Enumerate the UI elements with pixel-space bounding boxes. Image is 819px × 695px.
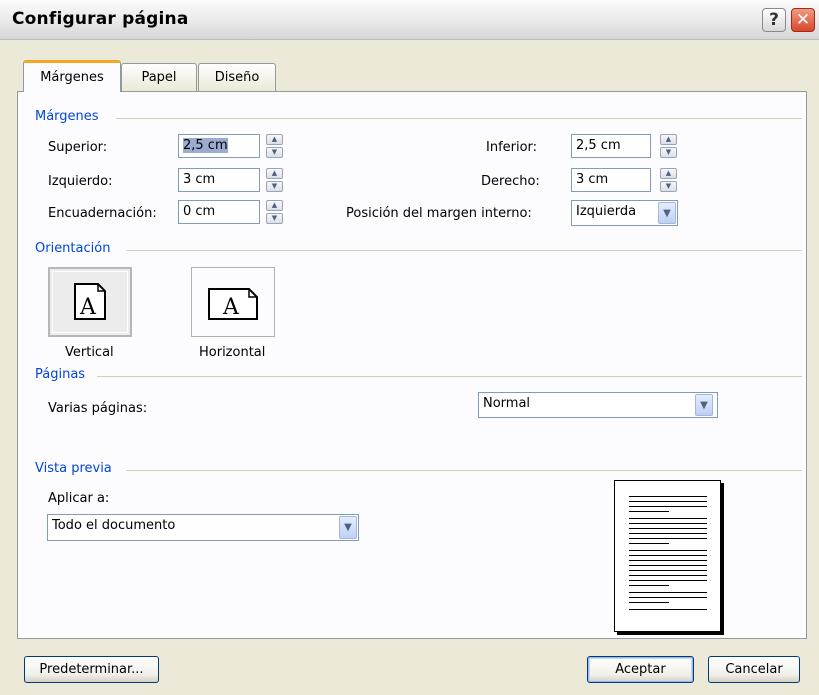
tab-label: Papel	[141, 70, 177, 85]
separator	[126, 470, 802, 471]
left-margin-label: Izquierdo:	[48, 174, 113, 189]
help-button[interactable]: ?	[762, 8, 786, 32]
left-margin-input[interactable]: 3 cm	[178, 168, 260, 192]
apply-to-label: Aplicar a:	[48, 491, 110, 506]
close-icon: ✕	[795, 10, 811, 30]
orientation-vertical-option[interactable]: A	[48, 267, 132, 337]
spin-down-icon[interactable]: ▼	[660, 147, 677, 158]
apply-to-select[interactable]: Todo el documento	[47, 514, 359, 541]
gutter-input[interactable]: 0 cm	[178, 200, 260, 224]
gutter-spinner[interactable]: ▲ ▼	[266, 200, 283, 224]
right-margin-label: Derecho:	[481, 174, 540, 189]
tab-label: Márgenes	[40, 70, 104, 85]
spin-down-icon[interactable]: ▼	[660, 181, 677, 192]
chevron-down-icon[interactable]: ▼	[695, 394, 713, 416]
ok-button-label: Aceptar	[615, 662, 666, 677]
default-button-label: Predeterminar...	[39, 662, 144, 677]
orientation-group-label: Orientación	[35, 241, 117, 256]
spin-down-icon[interactable]: ▼	[266, 147, 283, 158]
svg-text:A: A	[79, 295, 97, 320]
left-margin-spinner[interactable]: ▲ ▼	[266, 168, 283, 192]
separator	[97, 376, 802, 377]
separator	[116, 118, 802, 119]
multiple-pages-select[interactable]: Normal	[478, 392, 718, 418]
gutter-position-label: Posición del margen interno:	[346, 206, 532, 221]
cancel-button-label: Cancelar	[725, 662, 783, 677]
window-title: Configurar página	[12, 9, 189, 29]
gutter-position-value: Izquierda	[576, 204, 637, 219]
top-margin-spinner[interactable]: ▲ ▼	[266, 134, 283, 158]
cancel-button[interactable]: Cancelar	[708, 656, 800, 683]
bottom-margin-spinner[interactable]: ▲ ▼	[660, 134, 677, 158]
close-button[interactable]: ✕	[791, 8, 815, 32]
orientation-horizontal-label: Horizontal	[199, 345, 266, 360]
tab-diseno[interactable]: Diseño	[198, 63, 276, 91]
chevron-down-icon[interactable]: ▼	[339, 516, 357, 539]
spin-up-icon[interactable]: ▲	[660, 168, 677, 179]
apply-to-value: Todo el documento	[52, 518, 176, 533]
multiple-pages-value: Normal	[483, 396, 531, 411]
multiple-pages-label: Varias páginas:	[48, 401, 148, 416]
spin-up-icon[interactable]: ▲	[266, 134, 283, 145]
title-bar[interactable]: Configurar página ? ✕	[0, 0, 819, 40]
preview-group-label: Vista previa	[35, 461, 118, 476]
default-button[interactable]: Predeterminar...	[24, 656, 159, 683]
margins-group-label: Márgenes	[35, 109, 105, 124]
svg-text:A: A	[222, 295, 240, 320]
orientation-horizontal-option[interactable]: A	[191, 267, 275, 337]
spin-down-icon[interactable]: ▼	[266, 181, 283, 192]
tab-label: Diseño	[214, 70, 260, 85]
bottom-margin-label: Inferior:	[486, 140, 538, 155]
portrait-page-icon: A	[74, 283, 106, 320]
top-margin-input[interactable]: 2,5 cm	[178, 134, 260, 158]
tab-papel[interactable]: Papel	[121, 63, 197, 91]
gutter-label: Encuadernación:	[48, 206, 157, 221]
spin-down-icon[interactable]: ▼	[266, 213, 283, 224]
landscape-page-icon: A	[208, 288, 258, 320]
spin-up-icon[interactable]: ▲	[266, 168, 283, 179]
bottom-margin-input[interactable]: 2,5 cm	[571, 134, 651, 158]
spin-up-icon[interactable]: ▲	[660, 134, 677, 145]
page-preview	[614, 480, 721, 632]
ok-button[interactable]: Aceptar	[587, 656, 694, 683]
tab-margenes[interactable]: Márgenes	[23, 60, 121, 92]
right-margin-input[interactable]: 3 cm	[571, 168, 651, 192]
top-margin-label: Superior:	[48, 140, 108, 155]
chevron-down-icon[interactable]: ▼	[658, 202, 676, 224]
separator	[126, 250, 802, 251]
right-margin-spinner[interactable]: ▲ ▼	[660, 168, 677, 192]
orientation-vertical-label: Vertical	[65, 345, 114, 360]
pages-group-label: Páginas	[35, 367, 92, 382]
spin-up-icon[interactable]: ▲	[266, 200, 283, 211]
